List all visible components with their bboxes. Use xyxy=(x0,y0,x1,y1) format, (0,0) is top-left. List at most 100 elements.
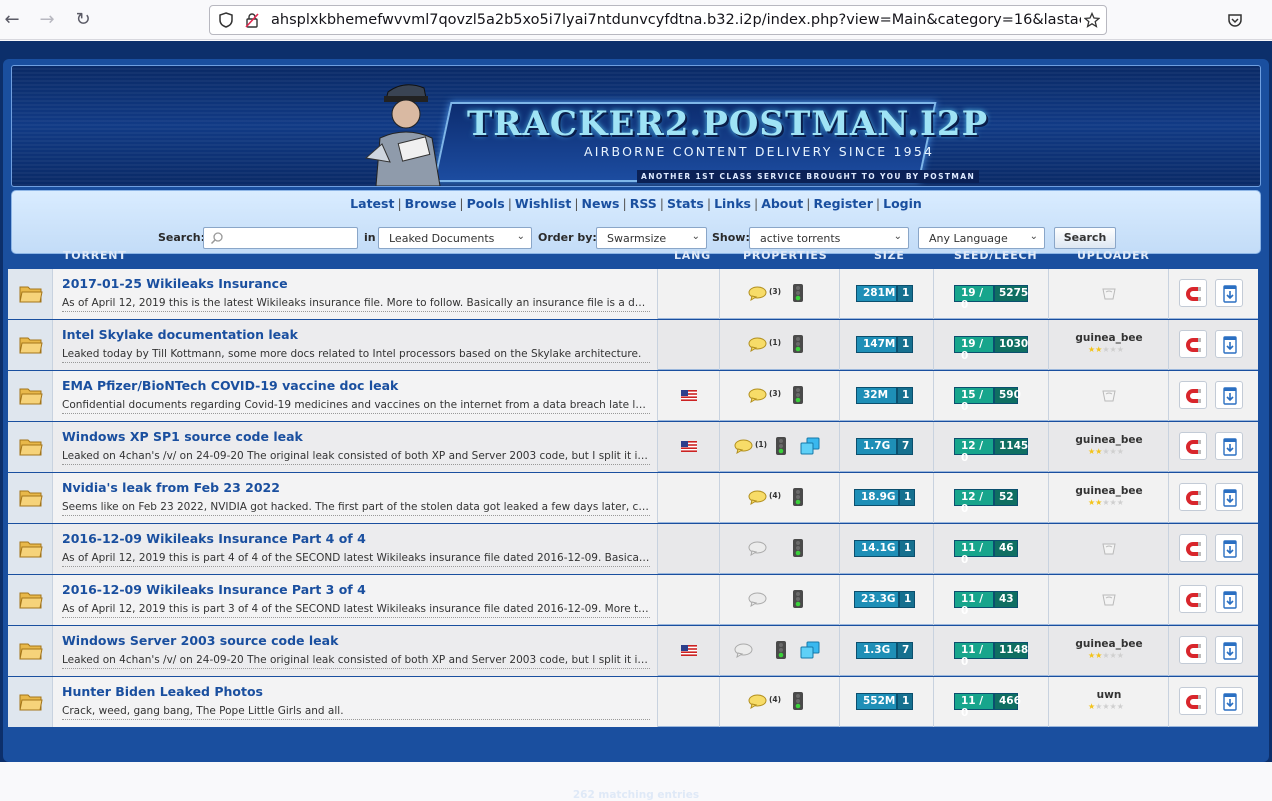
url-text: ahsplxkbhemefwvvml7qovzl5a2b5xo5i7lyai7n… xyxy=(271,12,1081,28)
title-cell: 2016-12-09 Wikileaks Insurance Part 4 of… xyxy=(53,524,658,574)
uploader-name[interactable]: guinea_bee xyxy=(1049,638,1169,650)
torrent-title-link[interactable]: 2017-01-25 Wikileaks Insurance xyxy=(62,276,288,291)
file-count: 1 xyxy=(904,542,912,554)
torrent-title-link[interactable]: Hunter Biden Leaked Photos xyxy=(62,684,263,699)
comments-bubble-icon[interactable] xyxy=(748,286,767,301)
table-row: 2017-01-25 Wikileaks Insurance As of Apri… xyxy=(8,269,1258,319)
reload-icon[interactable]: ↻ xyxy=(73,10,93,30)
nav-rss[interactable]: RSS xyxy=(630,196,657,211)
col-uploader[interactable]: UPLOADER xyxy=(1077,249,1150,262)
file-count: 1 xyxy=(902,338,910,350)
completed-count: 52 xyxy=(999,491,1014,503)
magnet-link-button[interactable] xyxy=(1179,330,1207,358)
nav-wishlist[interactable]: Wishlist xyxy=(515,196,571,211)
col-torrent[interactable]: TORRENT xyxy=(63,249,127,262)
seed-leech-value: 19 / 0 xyxy=(961,287,984,311)
forward-arrow-icon[interactable]: → xyxy=(37,10,57,30)
col-seed-leech[interactable]: SEED/LEECH xyxy=(954,249,1037,262)
folder-icon[interactable] xyxy=(19,488,43,507)
download-torrent-button[interactable] xyxy=(1215,432,1243,460)
download-torrent-button[interactable] xyxy=(1215,483,1243,511)
torrent-description: Leaked on 4chan's /v/ on 24-09-20 The or… xyxy=(62,654,650,669)
download-torrent-button[interactable] xyxy=(1215,330,1243,358)
download-torrent-button[interactable] xyxy=(1215,381,1243,409)
uploader-name[interactable]: guinea_bee xyxy=(1049,332,1169,344)
lang-cell xyxy=(658,371,720,421)
site-banner[interactable]: TRACKER2.POSTMAN.I2P AIRBORNE CONTENT DE… xyxy=(11,65,1261,187)
folder-icon[interactable] xyxy=(19,692,43,711)
pocket-icon[interactable] xyxy=(1227,12,1243,28)
folder-icon[interactable] xyxy=(19,437,43,456)
address-bar[interactable]: ahsplxkbhemefwvvml7qovzl5a2b5xo5i7lyai7n… xyxy=(209,5,1107,35)
size-value: 18.9G xyxy=(861,491,896,503)
bookmark-star-icon[interactable] xyxy=(1084,12,1100,28)
folder-icon[interactable] xyxy=(19,539,43,558)
download-torrent-button[interactable] xyxy=(1215,279,1243,307)
nav-links[interactable]: Links xyxy=(714,196,751,211)
uploader-name[interactable]: guinea_bee xyxy=(1049,434,1169,446)
magnet-link-button[interactable] xyxy=(1179,432,1207,460)
shield-icon[interactable] xyxy=(218,12,234,28)
site-logo[interactable]: TRACKER2.POSTMAN.I2P AIRBORNE CONTENT DE… xyxy=(352,74,987,186)
torrent-title-link[interactable]: Windows Server 2003 source code leak xyxy=(62,633,338,648)
uploader-name[interactable]: uwn xyxy=(1049,689,1169,701)
size-value: 147M xyxy=(863,338,896,350)
back-arrow-icon[interactable]: ← xyxy=(2,10,22,30)
folder-icon[interactable] xyxy=(19,335,43,354)
download-torrent-button[interactable] xyxy=(1215,585,1243,613)
nav-latest[interactable]: Latest xyxy=(350,196,394,211)
comments-bubble-icon[interactable] xyxy=(734,643,753,658)
col-size[interactable]: SIZE xyxy=(874,249,905,262)
folder-icon[interactable] xyxy=(19,386,43,405)
properties-cell: (1) xyxy=(720,320,840,370)
folder-icon[interactable] xyxy=(19,284,43,303)
seed-leech-value: 12 / 0 xyxy=(961,440,984,464)
nav-login[interactable]: Login xyxy=(883,196,922,211)
comments-bubble-icon[interactable] xyxy=(748,541,767,556)
torrent-description: Leaked today by Till Kottmann, some more… xyxy=(62,348,650,363)
insecure-lock-icon[interactable] xyxy=(244,12,260,28)
col-lang[interactable]: LANG xyxy=(674,249,711,262)
nav-news[interactable]: News xyxy=(582,196,620,211)
comments-bubble-icon[interactable] xyxy=(734,439,753,454)
torrent-title-link[interactable]: 2016-12-09 Wikileaks Insurance Part 4 of… xyxy=(62,531,366,546)
seed-leech-badge: 12 / 0 xyxy=(954,438,994,464)
download-torrent-button[interactable] xyxy=(1215,534,1243,562)
comments-bubble-icon[interactable] xyxy=(748,388,767,403)
torrent-title-link[interactable]: 2016-12-09 Wikileaks Insurance Part 3 of… xyxy=(62,582,366,597)
uploader-name[interactable]: guinea_bee xyxy=(1049,485,1169,497)
size-cell: 32M 1 xyxy=(840,371,934,421)
magnet-link-button[interactable] xyxy=(1179,381,1207,409)
magnet-link-button[interactable] xyxy=(1179,585,1207,613)
comments-bubble-icon[interactable] xyxy=(748,694,767,709)
nav-pools[interactable]: Pools xyxy=(467,196,505,211)
nav-browse[interactable]: Browse xyxy=(405,196,457,211)
torrent-title-link[interactable]: Windows XP SP1 source code leak xyxy=(62,429,303,444)
folder-icon[interactable] xyxy=(19,641,43,660)
size-value: 1.7G xyxy=(863,440,891,452)
magnet-link-button[interactable] xyxy=(1179,483,1207,511)
comment-count: (1) xyxy=(769,338,782,347)
nav-about[interactable]: About xyxy=(761,196,803,211)
seed-leech-badge: 11 / 0 xyxy=(954,642,994,668)
torrent-title-link[interactable]: EMA Pfizer/BioNTech COVID-19 vaccine doc… xyxy=(62,378,398,393)
properties-cell: (3) xyxy=(720,269,840,319)
properties-cell xyxy=(720,524,840,574)
download-torrent-button[interactable] xyxy=(1215,687,1243,715)
download-torrent-button[interactable] xyxy=(1215,636,1243,664)
nav-register[interactable]: Register xyxy=(814,196,873,211)
nav-stats[interactable]: Stats xyxy=(667,196,704,211)
comments-bubble-icon[interactable] xyxy=(748,592,767,607)
comments-bubble-icon[interactable] xyxy=(748,490,767,505)
torrent-title-link[interactable]: Nvidia's leak from Feb 23 2022 xyxy=(62,480,280,495)
magnet-link-button[interactable] xyxy=(1179,279,1207,307)
folder-icon[interactable] xyxy=(19,590,43,609)
traffic-light-icon xyxy=(793,488,803,506)
magnet-link-button[interactable] xyxy=(1179,534,1207,562)
comment-count: (4) xyxy=(769,491,782,500)
torrent-title-link[interactable]: Intel Skylake documentation leak xyxy=(62,327,298,342)
magnet-link-button[interactable] xyxy=(1179,636,1207,664)
magnet-link-button[interactable] xyxy=(1179,687,1207,715)
lang-cell xyxy=(658,320,720,370)
comments-bubble-icon[interactable] xyxy=(748,337,767,352)
